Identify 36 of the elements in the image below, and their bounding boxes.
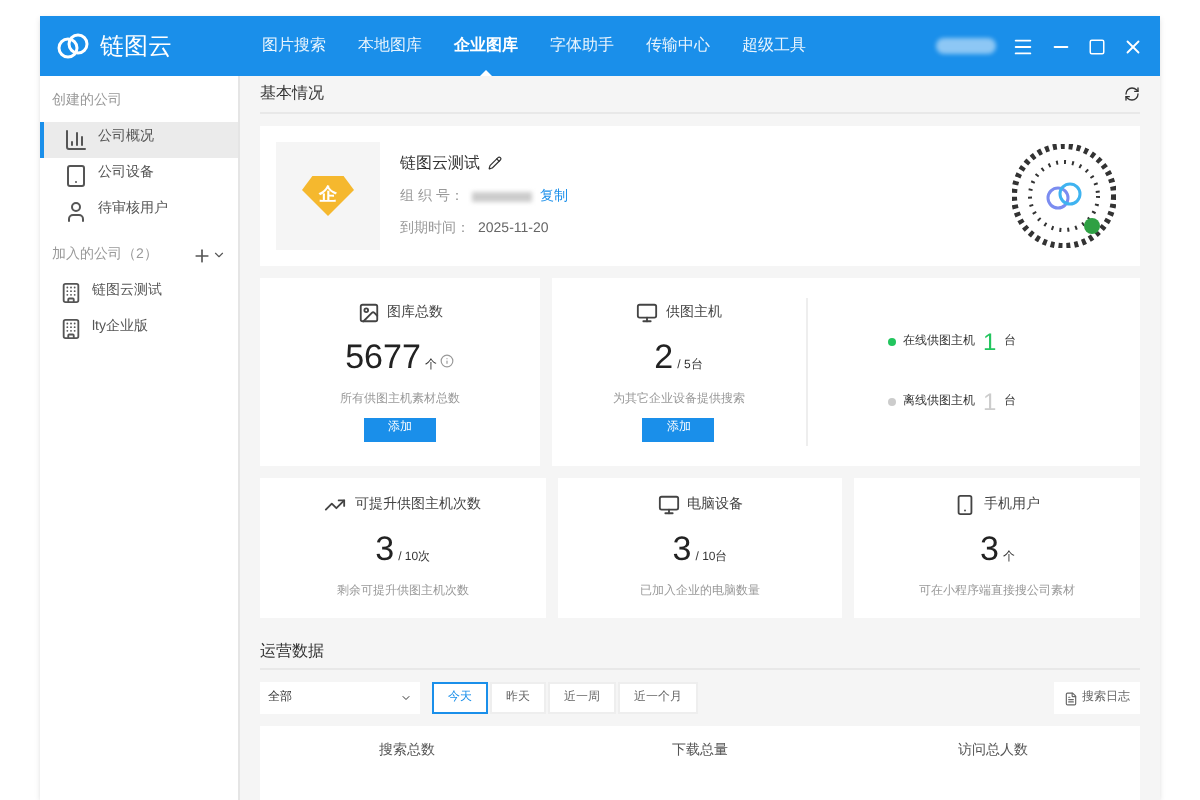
- edit-icon[interactable]: [488, 156, 502, 170]
- caret-icon: [400, 692, 412, 704]
- building-icon: [60, 281, 82, 303]
- chart-icon: [64, 127, 88, 151]
- stat-value: 2: [654, 336, 674, 381]
- cloud-logo-icon: [56, 32, 92, 60]
- nav-tab[interactable]: 企业图库: [438, 16, 534, 76]
- stat-value: 3: [672, 528, 692, 573]
- tab-pointer-icon: [480, 70, 492, 76]
- add-icon[interactable]: [192, 245, 212, 266]
- user-icon: [64, 199, 88, 223]
- refresh-icon[interactable]: [1124, 85, 1140, 101]
- monitor-icon: [635, 302, 658, 325]
- host-count: 1: [983, 326, 997, 360]
- log-icon: [1064, 691, 1078, 705]
- company-badge: 企: [302, 176, 354, 216]
- stat-value: 3: [375, 528, 395, 573]
- phone-icon: [954, 494, 977, 517]
- blurred-org-number: [471, 192, 532, 203]
- image-icon: [357, 302, 379, 325]
- caret-icon[interactable]: [212, 248, 226, 263]
- maximize-icon[interactable]: [1088, 37, 1106, 55]
- section-title: 运营数据: [260, 640, 324, 664]
- menu-icon[interactable]: [1012, 35, 1034, 57]
- company-name: 链图云测试: [400, 151, 480, 175]
- info-icon[interactable]: [440, 354, 455, 369]
- close-icon[interactable]: [1122, 35, 1144, 57]
- app-name: 链图云: [100, 30, 172, 64]
- section-title: 基本情况: [260, 81, 324, 105]
- building-icon: [60, 317, 82, 339]
- monitor-icon: [657, 494, 679, 517]
- qr-code-drawing: [1012, 144, 1116, 248]
- stat-value: 5677: [345, 336, 421, 381]
- stat-value: 3: [979, 528, 999, 573]
- device-icon: [64, 163, 88, 187]
- blurred-username: [936, 38, 996, 54]
